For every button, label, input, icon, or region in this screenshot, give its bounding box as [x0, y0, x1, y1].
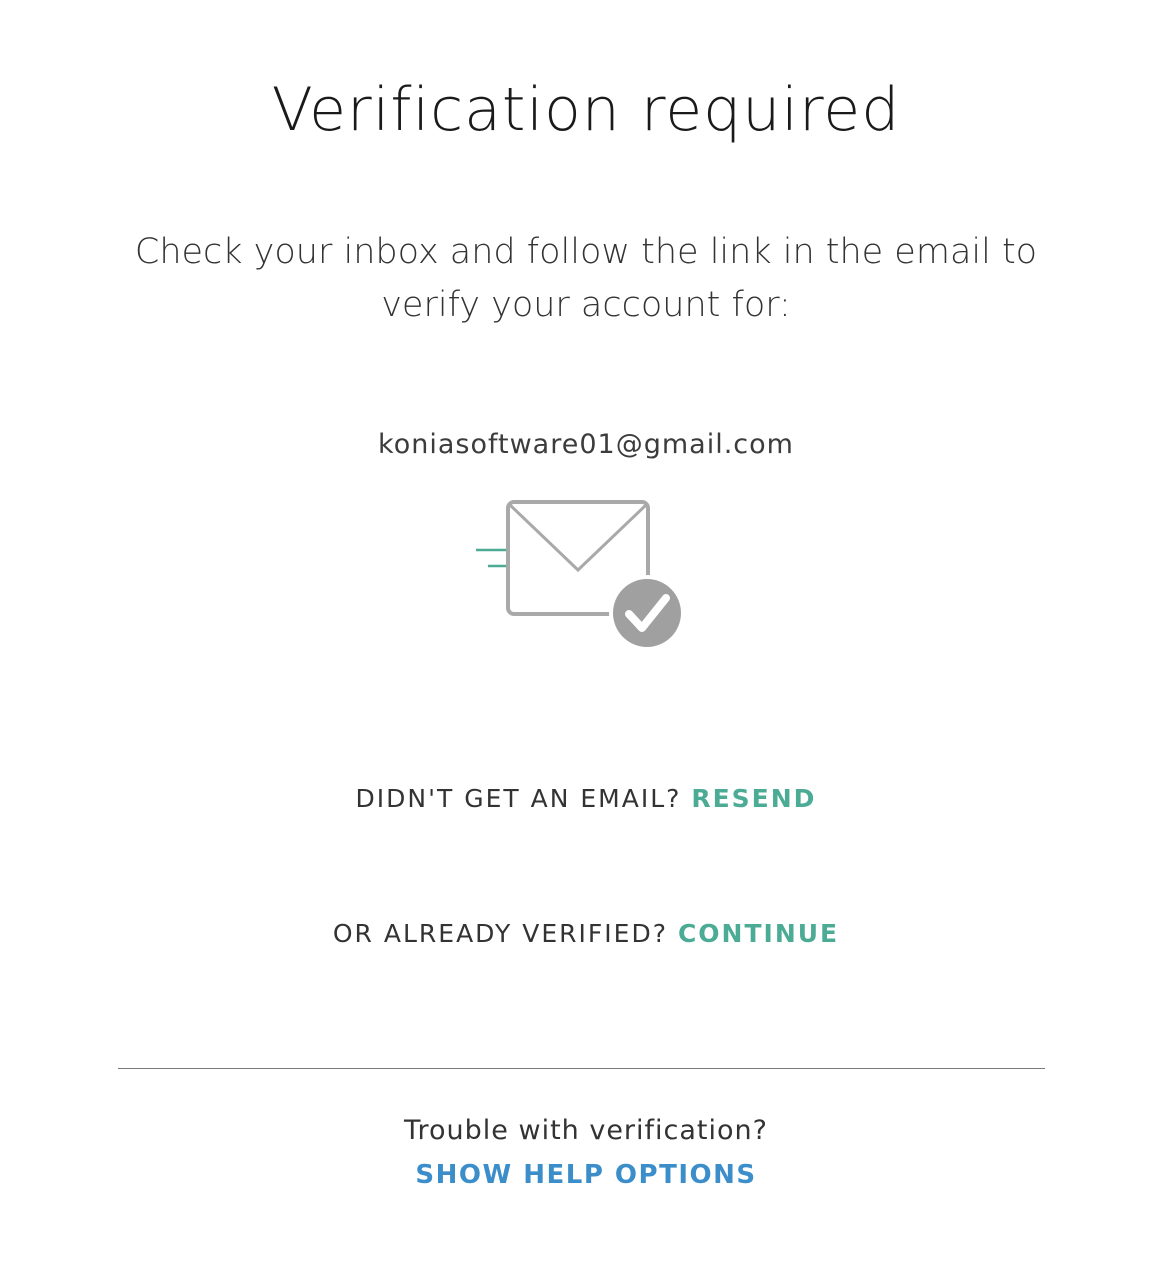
- help-options-row: SHOW HELP OPTIONS: [0, 1156, 1172, 1194]
- resend-row: DIDN'T GET AN EMAIL? RESEND: [0, 781, 1172, 817]
- continue-row: OR ALREADY VERIFIED? CONTINUE: [0, 916, 1172, 952]
- page-title: Verification required: [271, 75, 901, 145]
- section-divider: [118, 1068, 1045, 1069]
- trouble-text: Trouble with verification?: [403, 1115, 768, 1146]
- verification-page: Verification required Check your inbox a…: [0, 0, 1172, 1263]
- show-help-options-link[interactable]: SHOW HELP OPTIONS: [415, 1160, 756, 1190]
- resend-link[interactable]: RESEND: [691, 784, 816, 813]
- instructions-text: Check your inbox and follow the link in …: [134, 232, 1038, 325]
- envelope-check-icon: [476, 500, 685, 651]
- account-email: koniasoftware01@gmail.com: [378, 429, 794, 460]
- continue-link[interactable]: CONTINUE: [678, 919, 839, 948]
- continue-prompt: OR ALREADY VERIFIED?: [332, 919, 668, 948]
- resend-prompt: DIDN'T GET AN EMAIL?: [355, 784, 682, 813]
